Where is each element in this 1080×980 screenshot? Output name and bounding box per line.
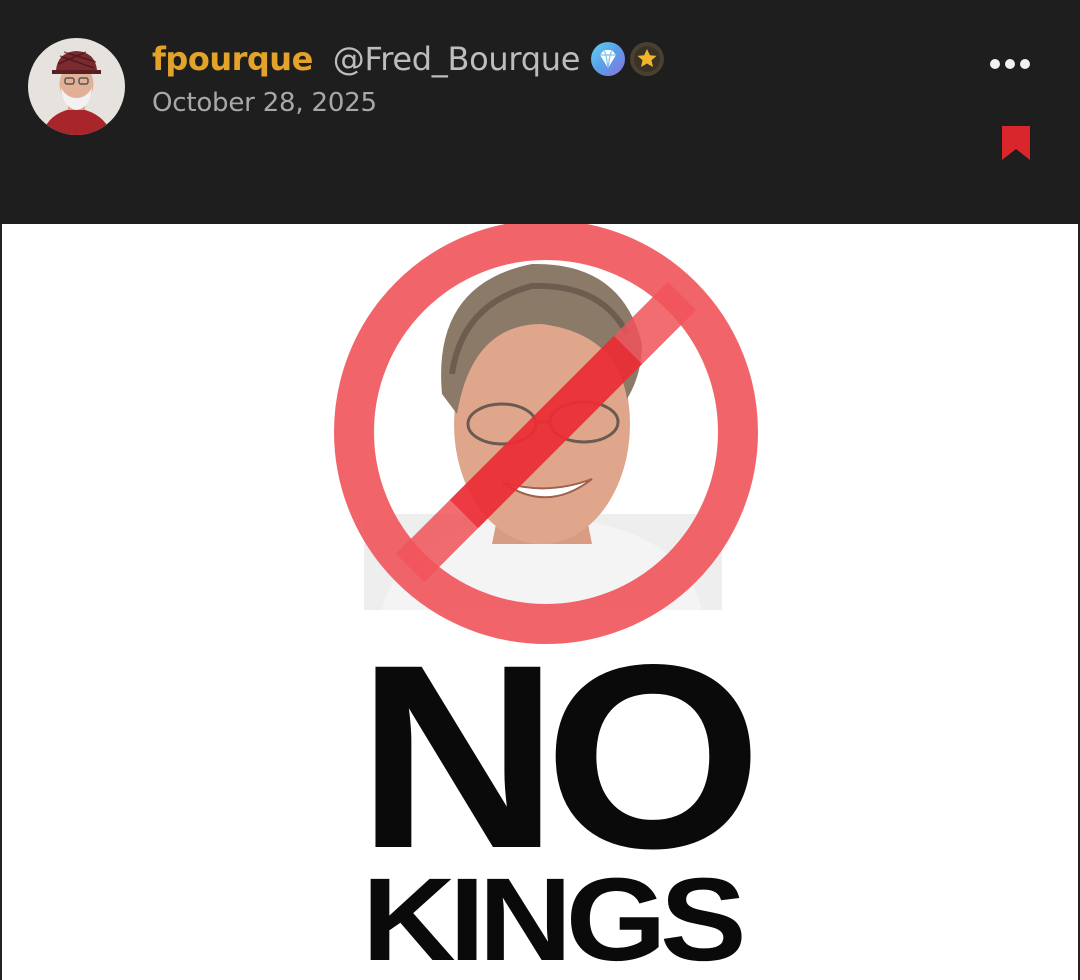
image-text-no: NO xyxy=(356,610,763,903)
star-badge-icon xyxy=(629,41,665,77)
bookmark-button[interactable] xyxy=(996,120,1036,166)
diamond-badge-icon xyxy=(590,41,626,77)
post-date: October 28, 2025 xyxy=(152,88,377,118)
more-options-button[interactable] xyxy=(984,48,1036,80)
author-row: fpourque @Fred_Bourque xyxy=(152,36,665,82)
more-horizontal-icon xyxy=(990,59,1030,69)
bookmark-icon xyxy=(1002,126,1030,160)
display-name[interactable]: fpourque xyxy=(152,40,313,78)
post-card: fpourque @Fred_Bourque October 28, 2025 … xyxy=(0,0,1080,980)
image-text-kings: KINGS xyxy=(361,854,747,980)
post-header: fpourque @Fred_Bourque October 28, 2025 xyxy=(0,0,1080,224)
avatar-photo xyxy=(28,38,125,135)
post-image[interactable]: NO KINGS xyxy=(0,224,1080,980)
user-handle[interactable]: @Fred_Bourque xyxy=(333,40,581,78)
user-avatar[interactable] xyxy=(28,38,125,135)
